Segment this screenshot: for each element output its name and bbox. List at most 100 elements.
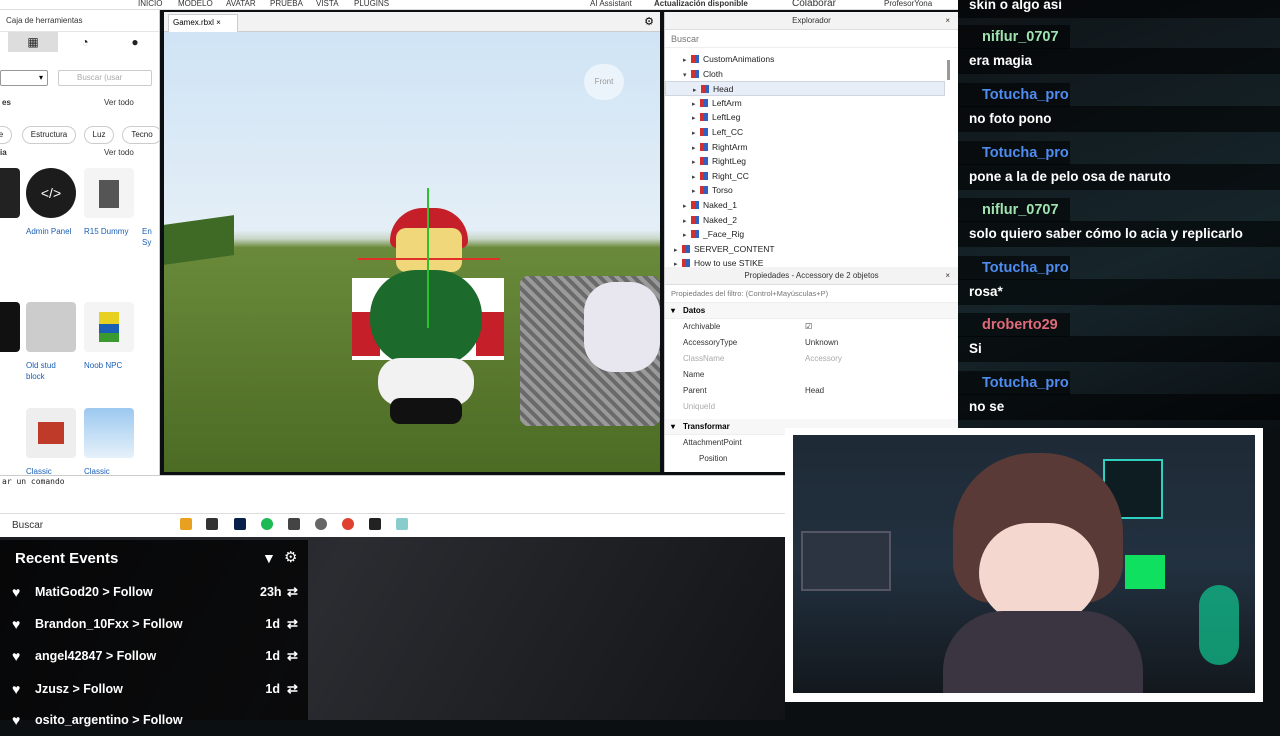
tile-partial-2[interactable] (0, 302, 20, 352)
character-torso[interactable] (370, 270, 482, 366)
tree-item[interactable]: ▸ RightLeg (665, 154, 945, 169)
prop-row[interactable]: UniqueId (665, 399, 958, 415)
clock-icon[interactable]: ◔ (60, 32, 110, 52)
close-icon[interactable]: × (216, 18, 221, 27)
folder-icon[interactable] (180, 518, 192, 530)
replay-icon[interactable]: ⇄ (287, 681, 298, 697)
tree-item[interactable]: ▸ _Face_Rig (665, 227, 945, 242)
noob-npc-tile[interactable] (84, 302, 134, 352)
menu-inicio[interactable]: INICIO (138, 0, 162, 8)
r15-dummy-tile[interactable] (84, 168, 134, 218)
tree-item[interactable]: ▸ SERVER_CONTENT (665, 242, 945, 257)
notepad-icon[interactable] (396, 518, 408, 530)
admin-panel-tile[interactable]: </> (26, 168, 76, 218)
menu-vista[interactable]: VISTA (316, 0, 339, 8)
prop-key: AttachmentPoint (683, 438, 742, 447)
grid-icon[interactable]: ▦ (8, 32, 58, 52)
explorer-scrollbar[interactable] (947, 60, 950, 80)
event-row: ♥ MatiGod20 > Follow 23h ⇄ (0, 578, 308, 608)
tree-item-label: Naked_2 (703, 214, 738, 225)
tree-item[interactable]: ▸ Right_CC (665, 169, 945, 184)
tree-item[interactable]: ▸ Left_CC (665, 125, 945, 140)
chip-tecno[interactable]: Tecno (122, 126, 159, 144)
prop-key: Name (683, 370, 705, 379)
tree-item[interactable]: ▸ CustomAnimations (665, 52, 945, 67)
prop-row[interactable]: AccessoryType Unknown (665, 335, 958, 351)
model-icon (700, 113, 708, 122)
tree-item[interactable]: ▸ LeftLeg (665, 110, 945, 125)
move-handle-y[interactable] (427, 188, 429, 328)
explorer-search-input[interactable]: Buscar (665, 30, 958, 48)
user-name[interactable]: ProfesorYona (884, 0, 932, 8)
update-badge[interactable]: Actualización disponible (654, 0, 748, 8)
spotify-icon[interactable] (261, 518, 273, 530)
roblox-studio-icon[interactable] (369, 518, 381, 530)
gear-icon[interactable]: ⚙ (284, 548, 297, 566)
prop-row[interactable]: ClassName Accessory (665, 351, 958, 367)
house-tile[interactable] (26, 408, 76, 458)
collaborate-button[interactable]: Colaborar (792, 0, 836, 9)
prop-row[interactable]: Parent Head (665, 383, 958, 399)
app-icon-2[interactable] (288, 518, 300, 530)
character-legs[interactable] (390, 398, 462, 424)
chrome-icon[interactable] (342, 518, 354, 530)
model-icon (691, 215, 699, 224)
replay-icon[interactable]: ⇄ (287, 584, 298, 600)
prop-key: AccessoryType (683, 338, 738, 347)
obs-icon[interactable] (315, 518, 327, 530)
prop-value[interactable]: Head (805, 383, 824, 399)
menu-avatar[interactable]: AVATAR (226, 0, 256, 8)
admin-panel-label[interactable]: Admin Panel (26, 226, 71, 237)
tree-item[interactable]: ▸ Head (665, 81, 945, 96)
archivable-checkbox[interactable]: ☑ (805, 319, 812, 335)
close-icon[interactable]: × (945, 267, 950, 285)
tree-item[interactable]: ▸ Naked_1 (665, 198, 945, 213)
3d-viewport[interactable]: Front (164, 32, 660, 472)
replay-icon[interactable]: ⇄ (287, 616, 298, 632)
chat-username: droberto29 (958, 313, 1070, 337)
category-select[interactable]: ▾ (0, 70, 48, 86)
tile-partial[interactable] (0, 168, 20, 218)
tree-item[interactable]: ▸ LeftArm (665, 96, 945, 111)
chip-partial[interactable]: e (0, 126, 12, 144)
prop-row[interactable]: Archivable ☑ (665, 319, 958, 335)
replay-icon[interactable]: ⇄ (287, 648, 298, 664)
menu-modelo[interactable]: MODELO (178, 0, 213, 8)
photoshop-icon[interactable] (234, 518, 246, 530)
close-icon[interactable]: × (945, 12, 950, 30)
character-head[interactable] (396, 228, 462, 272)
move-handle-x[interactable] (358, 258, 500, 260)
sky-tile[interactable] (84, 408, 134, 458)
view-cube[interactable]: Front (584, 64, 624, 100)
old-stud-block-tile[interactable] (26, 302, 76, 352)
chip-luz[interactable]: Luz (84, 126, 114, 144)
ver-todo-link[interactable]: Ver todo (104, 98, 134, 107)
prop-value[interactable]: Unknown (805, 335, 838, 351)
tree-item[interactable]: ▸ Naked_2 (665, 213, 945, 228)
taskbar-search[interactable]: Buscar (12, 520, 43, 531)
r15-dummy-label[interactable]: R15 Dummy (84, 226, 128, 237)
recent-events-title: Recent Events (15, 550, 119, 567)
prop-row[interactable]: Name (665, 367, 958, 383)
filter-icon[interactable]: ▼ (262, 550, 276, 566)
toolbox-search-input[interactable]: Buscar (usar (58, 70, 152, 86)
noob-npc-label[interactable]: Noob NPC (84, 360, 122, 371)
gear-icon[interactable]: ⚙ (644, 15, 654, 28)
chip-estructura[interactable]: Estructura (22, 126, 76, 144)
en-sy-label[interactable]: En Sy (142, 226, 156, 248)
tree-item[interactable]: ▾ Cloth (665, 67, 945, 82)
properties-filter-input[interactable]: Propiedades del filtro: (Control+Mayúscu… (665, 285, 958, 303)
old-stud-block-label[interactable]: Old stud block (26, 360, 70, 382)
menu-prueba[interactable]: PRUEBA (270, 0, 303, 8)
tab-gamex[interactable]: Gamex.rbxl × (168, 14, 238, 32)
ver-todo-link-2[interactable]: Ver todo (104, 148, 134, 157)
ai-assistant-button[interactable]: AI Assistant (590, 0, 632, 8)
white-object[interactable] (584, 282, 660, 372)
tree-item[interactable]: ▸ RightArm (665, 140, 945, 155)
command-bar[interactable]: ar un comando (0, 475, 785, 489)
bulb-icon[interactable]: ● (110, 32, 159, 52)
menu-plugins[interactable]: PLUGINS (354, 0, 389, 8)
app-icon[interactable] (206, 518, 218, 530)
tree-item[interactable]: ▸ Torso (665, 183, 945, 198)
section-datos[interactable]: ▾ Datos (665, 303, 958, 319)
